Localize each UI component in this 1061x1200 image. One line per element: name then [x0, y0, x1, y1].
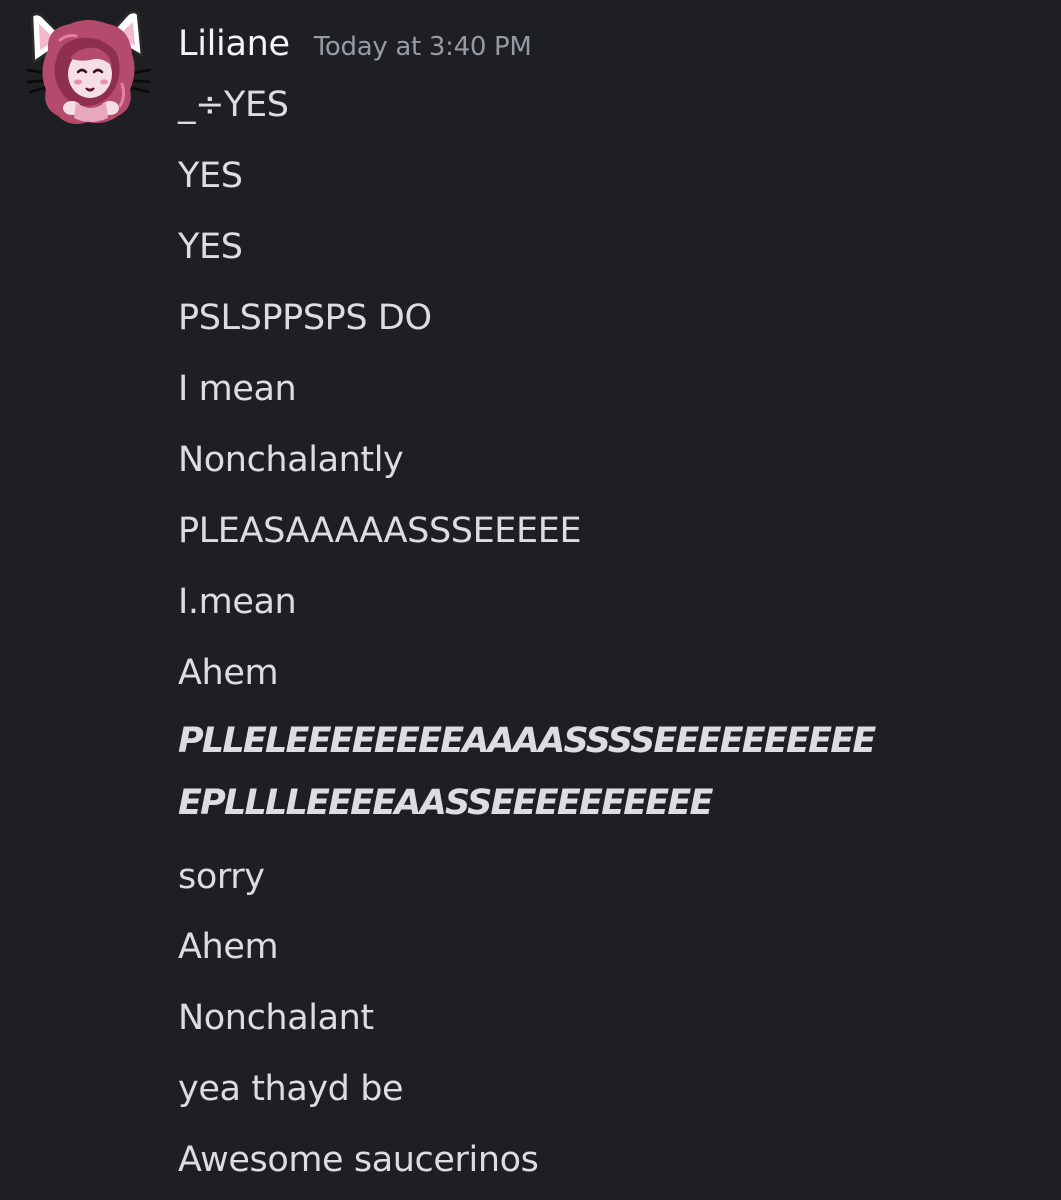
message-line: Ahem: [178, 927, 279, 967]
message-line: sorry: [178, 857, 265, 897]
message-line: I.mean: [178, 582, 297, 622]
message-line: YES: [178, 156, 243, 196]
message-line: Nonchalant: [178, 998, 374, 1038]
message-line: Nonchalantly: [178, 440, 404, 480]
message-line: PSLSPPSPS DO: [178, 298, 432, 338]
message-line: PLLELEEEEEEEEAAAASSSSEEEEEEEEEE: [178, 721, 876, 761]
chat-message: Liliane Today at 3:40 PM _÷YES YES YES PSLS…: [0, 0, 1061, 1200]
message-line: Awesome saucerinos: [178, 1140, 539, 1180]
message-line: YES: [178, 227, 243, 267]
message-line: yea thayd be: [178, 1069, 404, 1109]
message-header: Liliane Today at 3:40 PM: [178, 24, 532, 64]
cat-eared-anime-avatar-icon: [26, 10, 152, 124]
message-line: _÷YES: [178, 85, 289, 125]
message-line: PLEASAAAAASSSEEEEE: [178, 511, 582, 551]
message-line: Ahem: [178, 653, 279, 693]
message-line: I mean: [178, 369, 297, 409]
username[interactable]: Liliane: [178, 24, 290, 64]
user-avatar[interactable]: [26, 10, 152, 130]
timestamp[interactable]: Today at 3:40 PM: [314, 32, 532, 62]
message-line: EPLLLLEEEEAASSEEEEEEEEEE: [178, 783, 713, 823]
